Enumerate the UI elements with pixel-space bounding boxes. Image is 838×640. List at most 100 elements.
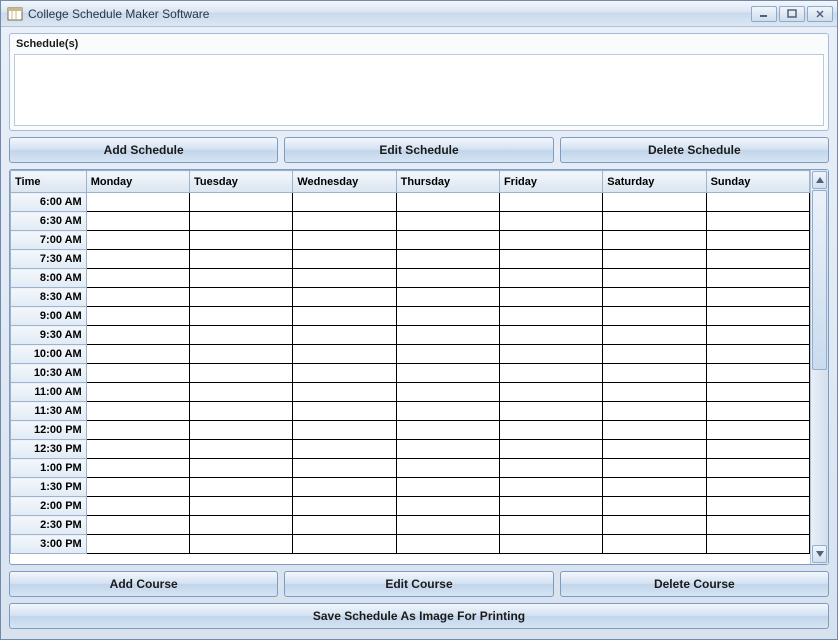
schedule-cell[interactable] [499, 364, 602, 383]
schedule-cell[interactable] [603, 383, 706, 402]
schedule-cell[interactable] [293, 535, 396, 554]
schedule-cell[interactable] [190, 478, 293, 497]
schedule-cell[interactable] [293, 345, 396, 364]
scroll-track[interactable] [811, 190, 828, 544]
schedule-cell[interactable] [86, 212, 189, 231]
day-header[interactable]: Wednesday [293, 171, 396, 193]
schedule-cell[interactable] [396, 231, 499, 250]
schedule-cell[interactable] [190, 231, 293, 250]
schedule-cell[interactable] [86, 497, 189, 516]
save-image-button[interactable]: Save Schedule As Image For Printing [9, 603, 829, 629]
maximize-button[interactable] [779, 6, 805, 22]
schedule-cell[interactable] [86, 478, 189, 497]
schedule-cell[interactable] [396, 193, 499, 212]
schedule-cell[interactable] [396, 307, 499, 326]
schedule-cell[interactable] [86, 402, 189, 421]
schedule-cell[interactable] [190, 402, 293, 421]
schedule-cell[interactable] [190, 497, 293, 516]
edit-schedule-button[interactable]: Edit Schedule [284, 137, 553, 163]
schedule-cell[interactable] [706, 212, 809, 231]
schedule-cell[interactable] [86, 383, 189, 402]
schedule-cell[interactable] [603, 440, 706, 459]
schedule-cell[interactable] [499, 269, 602, 288]
schedule-cell[interactable] [190, 345, 293, 364]
schedule-cell[interactable] [706, 364, 809, 383]
minimize-button[interactable] [751, 6, 777, 22]
schedule-cell[interactable] [603, 402, 706, 421]
schedule-cell[interactable] [706, 288, 809, 307]
schedule-cell[interactable] [499, 212, 602, 231]
schedule-cell[interactable] [706, 231, 809, 250]
day-header[interactable]: Sunday [706, 171, 809, 193]
schedule-cell[interactable] [603, 421, 706, 440]
schedule-cell[interactable] [293, 478, 396, 497]
schedule-cell[interactable] [603, 193, 706, 212]
schedule-cell[interactable] [293, 402, 396, 421]
schedule-cell[interactable] [603, 478, 706, 497]
edit-course-button[interactable]: Edit Course [284, 571, 553, 597]
schedule-cell[interactable] [293, 497, 396, 516]
schedule-cell[interactable] [499, 497, 602, 516]
schedule-cell[interactable] [706, 345, 809, 364]
schedule-cell[interactable] [86, 421, 189, 440]
schedule-cell[interactable] [706, 307, 809, 326]
schedule-cell[interactable] [706, 478, 809, 497]
schedule-cell[interactable] [190, 364, 293, 383]
schedule-cell[interactable] [86, 269, 189, 288]
schedule-cell[interactable] [293, 212, 396, 231]
schedule-cell[interactable] [499, 402, 602, 421]
day-header[interactable]: Thursday [396, 171, 499, 193]
schedule-cell[interactable] [603, 497, 706, 516]
schedule-cell[interactable] [706, 497, 809, 516]
schedule-cell[interactable] [86, 231, 189, 250]
schedule-cell[interactable] [293, 288, 396, 307]
schedule-cell[interactable] [706, 459, 809, 478]
schedule-cell[interactable] [190, 383, 293, 402]
schedule-cell[interactable] [603, 250, 706, 269]
schedule-cell[interactable] [190, 269, 293, 288]
schedule-cell[interactable] [396, 478, 499, 497]
schedule-cell[interactable] [499, 535, 602, 554]
schedule-cell[interactable] [190, 535, 293, 554]
schedule-cell[interactable] [86, 440, 189, 459]
schedule-grid[interactable]: Time Monday Tuesday Wednesday Thursday F… [10, 170, 810, 554]
time-header[interactable]: Time [11, 171, 87, 193]
day-header[interactable]: Saturday [603, 171, 706, 193]
schedule-cell[interactable] [86, 345, 189, 364]
schedule-cell[interactable] [86, 535, 189, 554]
schedule-cell[interactable] [293, 459, 396, 478]
schedule-cell[interactable] [396, 516, 499, 535]
schedule-cell[interactable] [603, 516, 706, 535]
schedule-cell[interactable] [499, 383, 602, 402]
schedule-cell[interactable] [86, 516, 189, 535]
schedule-cell[interactable] [396, 269, 499, 288]
schedule-cell[interactable] [706, 440, 809, 459]
schedule-cell[interactable] [86, 250, 189, 269]
schedule-cell[interactable] [706, 326, 809, 345]
schedule-cell[interactable] [86, 307, 189, 326]
scroll-up-button[interactable] [812, 171, 827, 189]
schedule-cell[interactable] [190, 307, 293, 326]
delete-course-button[interactable]: Delete Course [560, 571, 829, 597]
schedule-cell[interactable] [396, 402, 499, 421]
schedule-cell[interactable] [293, 307, 396, 326]
schedule-cell[interactable] [293, 250, 396, 269]
schedule-cell[interactable] [706, 383, 809, 402]
schedule-cell[interactable] [603, 212, 706, 231]
schedule-cell[interactable] [396, 250, 499, 269]
schedule-cell[interactable] [293, 440, 396, 459]
schedule-cell[interactable] [190, 440, 293, 459]
schedule-cell[interactable] [190, 326, 293, 345]
schedule-cell[interactable] [706, 193, 809, 212]
schedule-cell[interactable] [706, 535, 809, 554]
schedule-cell[interactable] [396, 326, 499, 345]
scroll-thumb[interactable] [812, 190, 827, 370]
schedule-cell[interactable] [293, 421, 396, 440]
schedule-cell[interactable] [396, 345, 499, 364]
schedule-cell[interactable] [190, 250, 293, 269]
schedule-cell[interactable] [396, 440, 499, 459]
day-header[interactable]: Friday [499, 171, 602, 193]
add-schedule-button[interactable]: Add Schedule [9, 137, 278, 163]
schedule-cell[interactable] [293, 516, 396, 535]
schedule-cell[interactable] [396, 535, 499, 554]
